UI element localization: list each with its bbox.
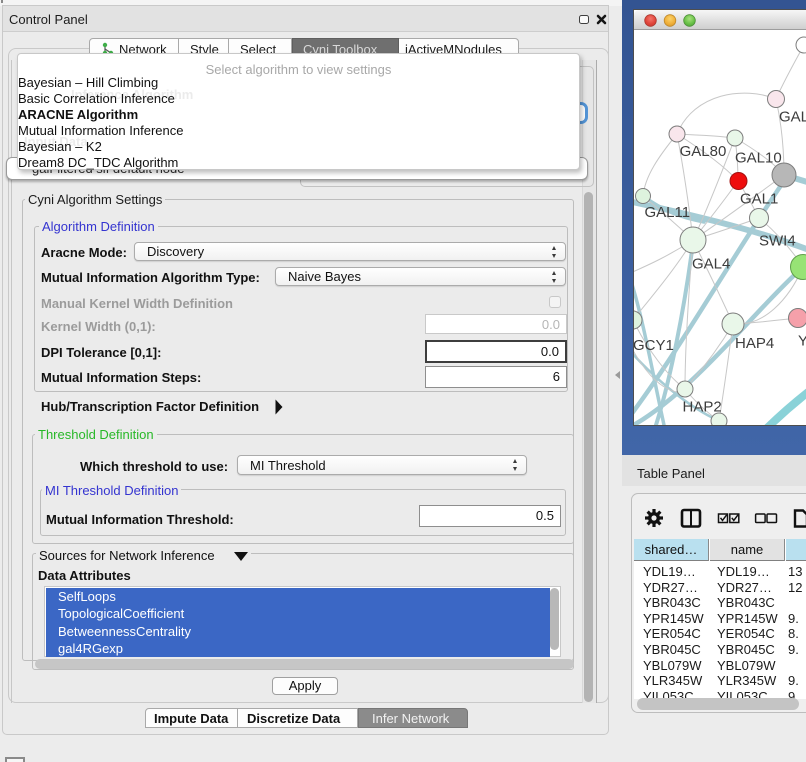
svg-text:HAP4: HAP4 (735, 335, 774, 352)
svg-text:GCY1: GCY1 (634, 337, 674, 354)
svg-text:HAP2: HAP2 (683, 399, 722, 416)
svg-text:GAL80: GAL80 (680, 143, 727, 160)
svg-text:GAL10: GAL10 (735, 150, 782, 167)
svg-text:GAL4: GAL4 (692, 256, 730, 273)
svg-text:GAL1: GAL1 (740, 191, 778, 208)
svg-text:SWI4: SWI4 (759, 233, 796, 250)
svg-text:GAL11: GAL11 (645, 204, 691, 221)
svg-text:GAL: GAL (779, 109, 806, 126)
svg-text:Y: Y (798, 333, 806, 350)
